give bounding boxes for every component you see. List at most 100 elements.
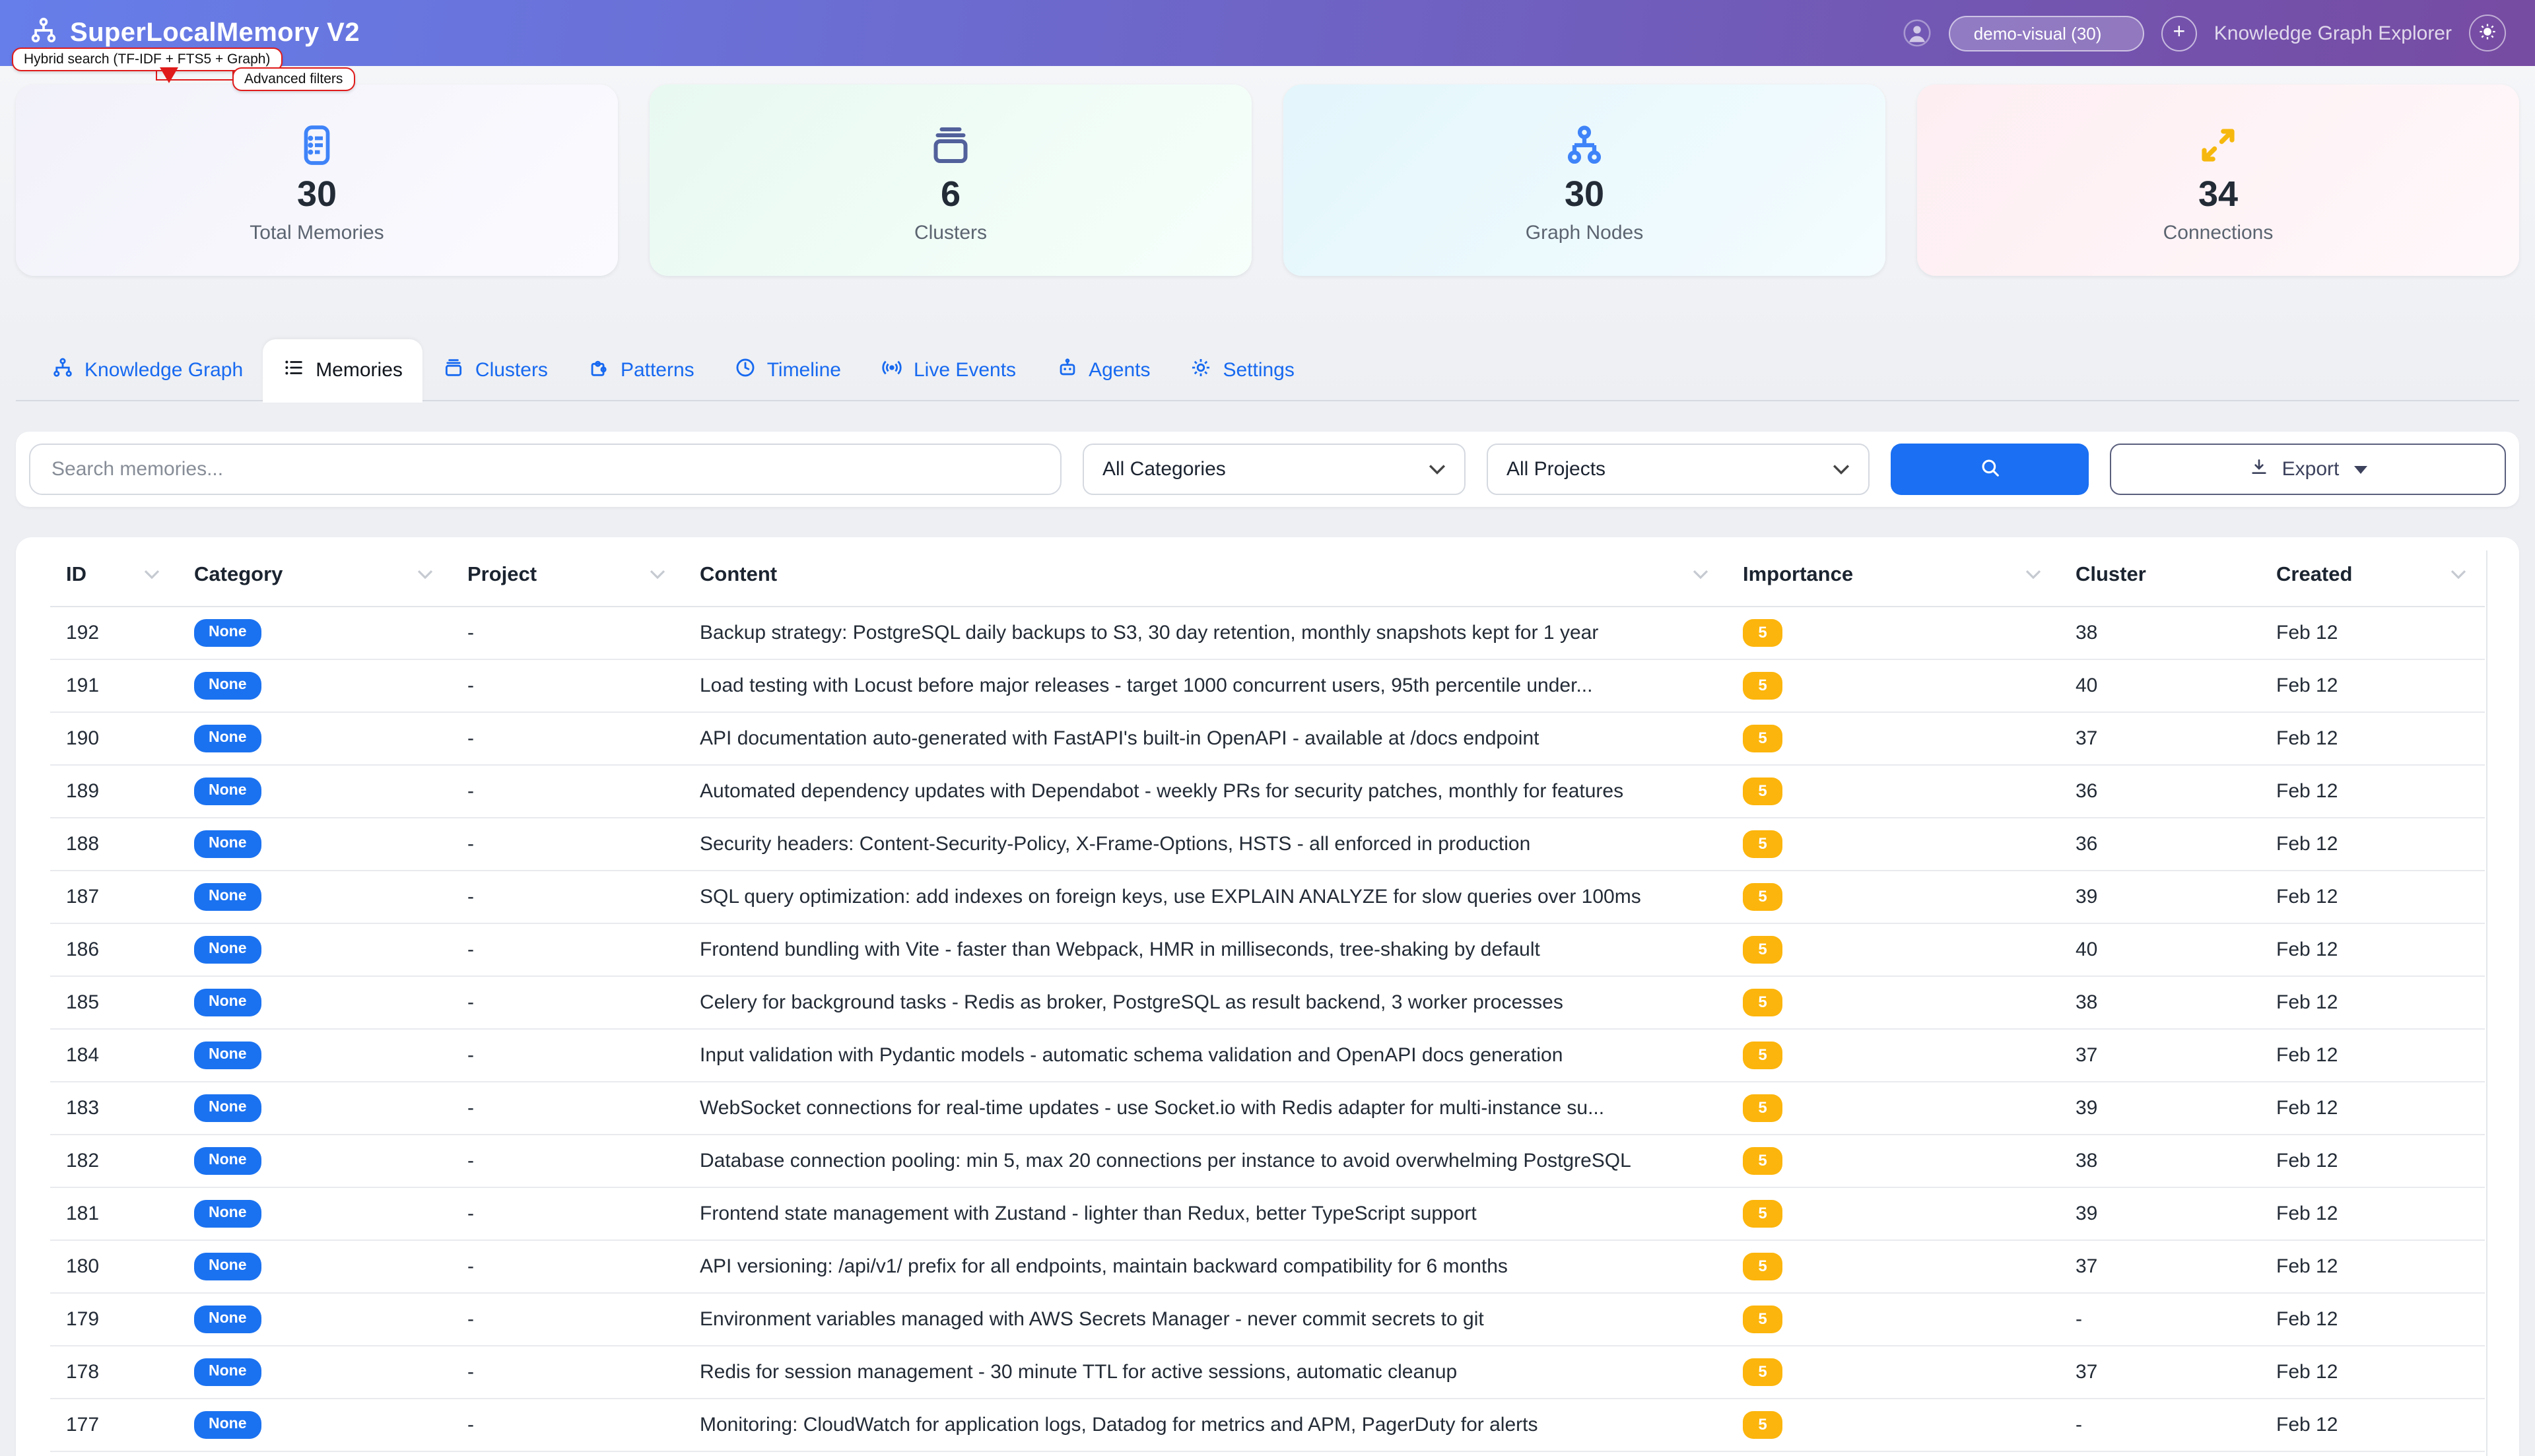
cell-id: 183 xyxy=(50,1082,178,1135)
memories-list-icon xyxy=(293,116,341,169)
cell-category: None xyxy=(178,1029,452,1082)
sort-chevron-icon[interactable] xyxy=(417,569,433,579)
table-row[interactable]: 186 None - Frontend bundling with Vite -… xyxy=(50,923,2485,976)
importance-badge: 5 xyxy=(1743,725,1782,752)
cell-project: - xyxy=(452,1135,684,1187)
cell-created: Feb 12 xyxy=(2260,1029,2485,1082)
table-row[interactable]: 184 None - Input validation with Pydanti… xyxy=(50,1029,2485,1082)
table-row[interactable]: 191 None - Load testing with Locust befo… xyxy=(50,659,2485,712)
cell-created: Feb 12 xyxy=(2260,976,2485,1029)
column-header-project[interactable]: Project xyxy=(452,545,684,607)
cell-cluster: 40 xyxy=(2060,659,2260,712)
cell-content: Environment variables managed with AWS S… xyxy=(684,1293,1727,1346)
importance-badge: 5 xyxy=(1743,1094,1782,1122)
stats-row: 30 Total Memories 6 Clusters 30 Graph No… xyxy=(0,66,2535,276)
tab-label: Timeline xyxy=(767,358,841,381)
cell-project: - xyxy=(452,712,684,765)
tab-bar: Knowledge Graph Memories Clusters Patter… xyxy=(16,339,2519,401)
top-bar: SuperLocalMemory V2 demo-visual (30) + K… xyxy=(0,0,2535,66)
table-row[interactable]: 178 None - Redis for session management … xyxy=(50,1346,2485,1399)
cell-content: WebSocket connections for real-time upda… xyxy=(684,1082,1727,1135)
search-input[interactable] xyxy=(29,444,1062,495)
table-row[interactable]: 189 None - Automated dependency updates … xyxy=(50,765,2485,818)
broadcast-icon xyxy=(881,356,903,383)
memories-table-body: 192 None - Backup strategy: PostgreSQL d… xyxy=(50,607,2485,1451)
table-row[interactable]: 179 None - Environment variables managed… xyxy=(50,1293,2485,1346)
clock-icon xyxy=(734,356,757,383)
sort-chevron-icon[interactable] xyxy=(144,569,160,579)
search-icon xyxy=(1978,456,2001,482)
cell-id: 186 xyxy=(50,923,178,976)
cell-content: Backup strategy: PostgreSQL daily backup… xyxy=(684,607,1727,659)
cell-category: None xyxy=(178,976,452,1029)
sort-chevron-icon[interactable] xyxy=(1693,569,1708,579)
explorer-label[interactable]: Knowledge Graph Explorer xyxy=(2214,22,2452,44)
tab-label: Memories xyxy=(316,360,403,382)
tab-agents[interactable]: Agents xyxy=(1036,339,1170,400)
stat-card-total-memories: 30 Total Memories xyxy=(16,84,618,276)
column-header-content[interactable]: Content xyxy=(684,545,1727,607)
table-row[interactable]: 190 None - API documentation auto-genera… xyxy=(50,712,2485,765)
cell-importance: 5 xyxy=(1727,1399,2060,1451)
cell-content: Frontend bundling with Vite - faster tha… xyxy=(684,923,1727,976)
cell-content: Automated dependency updates with Depend… xyxy=(684,765,1727,818)
tab-clusters[interactable]: Clusters xyxy=(422,339,568,400)
sort-chevron-icon[interactable] xyxy=(2025,569,2041,579)
table-row[interactable]: 188 None - Security headers: Content-Sec… xyxy=(50,818,2485,871)
profile-pill[interactable]: demo-visual (30) xyxy=(1949,15,2144,51)
table-row[interactable]: 182 None - Database connection pooling: … xyxy=(50,1135,2485,1187)
table-row[interactable]: 177 None - Monitoring: CloudWatch for ap… xyxy=(50,1399,2485,1451)
caret-down-icon xyxy=(2353,465,2367,473)
category-select[interactable]: All Categories xyxy=(1083,444,1466,495)
table-row[interactable]: 181 None - Frontend state management wit… xyxy=(50,1187,2485,1240)
cell-id: 192 xyxy=(50,607,178,659)
cell-id: 184 xyxy=(50,1029,178,1082)
category-badge: None xyxy=(194,1253,261,1280)
importance-badge: 5 xyxy=(1743,1147,1782,1175)
table-row[interactable]: 180 None - API versioning: /api/v1/ pref… xyxy=(50,1240,2485,1293)
column-header-cluster[interactable]: Cluster xyxy=(2060,545,2260,607)
category-select-value: All Categories xyxy=(1102,458,1226,480)
category-badge: None xyxy=(194,936,261,963)
network-logo-icon xyxy=(29,15,58,51)
table-row[interactable]: 185 None - Celery for background tasks -… xyxy=(50,976,2485,1029)
category-badge: None xyxy=(194,672,261,699)
tab-timeline[interactable]: Timeline xyxy=(714,339,861,400)
tab-patterns[interactable]: Patterns xyxy=(568,339,714,400)
cell-project: - xyxy=(452,818,684,871)
cell-cluster: 36 xyxy=(2060,818,2260,871)
add-button[interactable]: + xyxy=(2161,15,2197,51)
category-badge: None xyxy=(194,1358,261,1385)
cell-content: Monitoring: CloudWatch for application l… xyxy=(684,1399,1727,1451)
cell-cluster: 38 xyxy=(2060,976,2260,1029)
sort-chevron-icon[interactable] xyxy=(2450,569,2466,579)
table-row[interactable]: 187 None - SQL query optimization: add i… xyxy=(50,871,2485,923)
table-row[interactable]: 192 None - Backup strategy: PostgreSQL d… xyxy=(50,607,2485,659)
tab-settings[interactable]: Settings xyxy=(1170,339,1314,400)
tab-memories[interactable]: Memories xyxy=(263,339,422,402)
export-button[interactable]: Export xyxy=(2110,444,2506,495)
sort-chevron-icon[interactable] xyxy=(650,569,665,579)
table-row[interactable]: 183 None - WebSocket connections for rea… xyxy=(50,1082,2485,1135)
filter-bar: All Categories All Projects Export xyxy=(16,432,2519,507)
tab-knowledge-graph[interactable]: Knowledge Graph xyxy=(32,339,263,400)
category-badge: None xyxy=(194,1306,261,1333)
graph-icon xyxy=(51,356,74,383)
cell-content: Celery for background tasks - Redis as b… xyxy=(684,976,1727,1029)
project-select[interactable]: All Projects xyxy=(1487,444,1870,495)
tab-live-events[interactable]: Live Events xyxy=(861,339,1036,400)
column-header-id[interactable]: ID xyxy=(50,545,178,607)
table-scrollbar[interactable] xyxy=(2485,550,2487,1456)
column-header-category[interactable]: Category xyxy=(178,545,452,607)
cell-created: Feb 12 xyxy=(2260,1346,2485,1399)
category-badge: None xyxy=(194,778,261,805)
table-header-row: ID Category Project Content Importance C… xyxy=(50,545,2485,607)
download-icon xyxy=(2249,456,2270,482)
column-header-created[interactable]: Created xyxy=(2260,545,2485,607)
cell-id: 178 xyxy=(50,1346,178,1399)
column-header-importance[interactable]: Importance xyxy=(1727,545,2060,607)
cell-created: Feb 12 xyxy=(2260,1187,2485,1240)
search-button[interactable] xyxy=(1891,444,2089,495)
theme-toggle-button[interactable] xyxy=(2469,15,2506,51)
cell-category: None xyxy=(178,1135,452,1187)
